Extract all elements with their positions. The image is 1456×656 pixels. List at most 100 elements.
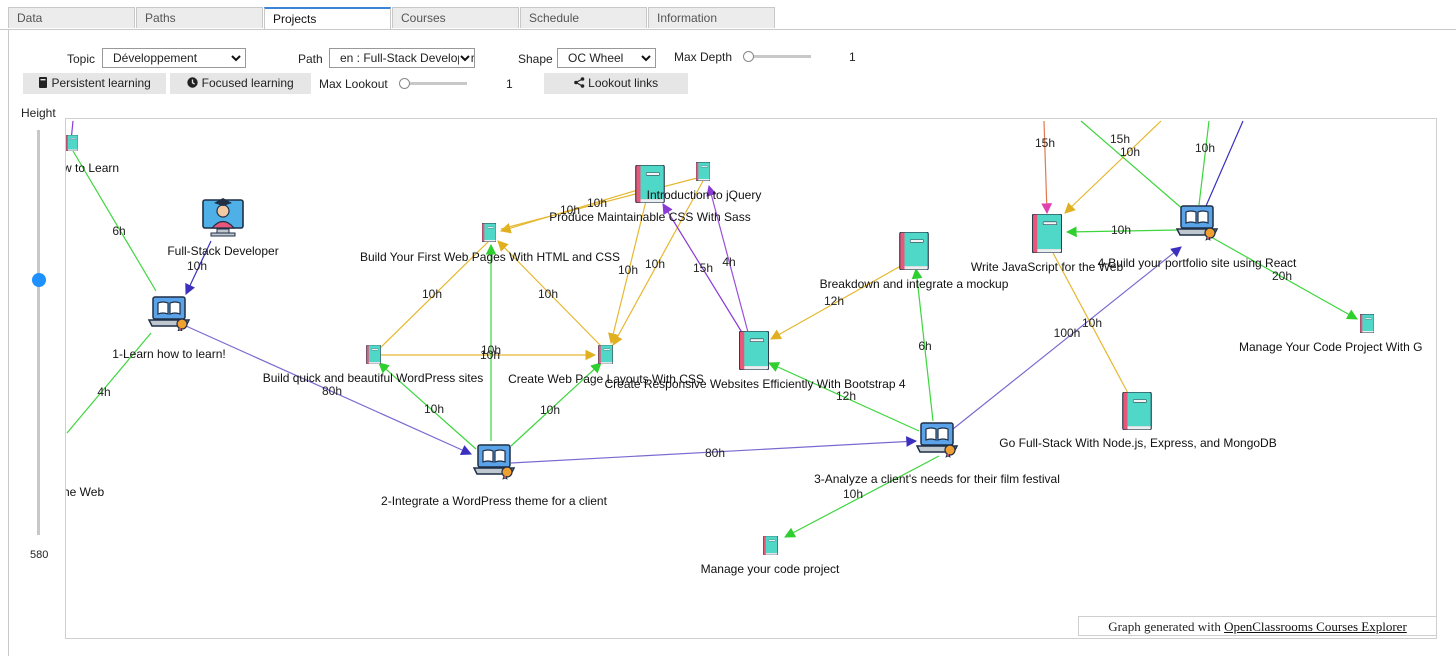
edge-label: 10h xyxy=(540,403,560,417)
node-label: Build quick and beautiful WordPress site… xyxy=(263,371,484,385)
persistent-learning-label: Persistent learning xyxy=(51,76,151,90)
topic-select[interactable]: Développement xyxy=(102,48,246,68)
path-select-value: en : Full-Stack Developer xyxy=(340,51,475,65)
edge-label: 10h xyxy=(618,263,638,277)
edge-label: 20h xyxy=(1272,269,1292,283)
height-track[interactable] xyxy=(37,130,40,535)
edge-label: 6h xyxy=(112,224,125,238)
topic-label: Topic xyxy=(67,52,96,66)
graph-edge xyxy=(1205,120,1244,207)
max-depth-label: Max Depth xyxy=(674,50,733,64)
course-graph: 6h 10h 80h 4h 10h 10h 10h 10h 10h 10h 10… xyxy=(65,118,1437,639)
tab-schedule[interactable]: Schedule xyxy=(520,7,647,28)
course-book-icon[interactable] xyxy=(482,223,496,242)
course-book-icon[interactable] xyxy=(739,331,769,370)
edge-label: 12h xyxy=(836,389,856,403)
course-book-icon[interactable] xyxy=(366,345,381,364)
node-label: Create Responsive Websites Efficiently W… xyxy=(604,377,905,391)
developer-avatar-icon[interactable] xyxy=(202,197,244,237)
max-depth-track[interactable] xyxy=(746,55,811,58)
height-slider[interactable] xyxy=(32,272,46,287)
edge-label: 80h xyxy=(705,446,725,460)
tab-courses[interactable]: Courses xyxy=(392,7,519,28)
edge-label: 10h xyxy=(587,196,607,210)
edge-label: 15h xyxy=(1110,132,1130,146)
path-label: Path xyxy=(298,52,323,66)
height-label: Height xyxy=(21,106,56,120)
shape-select[interactable]: OC Wheel xyxy=(557,48,656,68)
node-label: he Web xyxy=(66,485,104,499)
edge-label: 12h xyxy=(824,294,844,308)
tab-data[interactable]: Data xyxy=(8,7,135,28)
node-label: 4-Build your portfolio site using React xyxy=(1098,256,1297,270)
focused-learning-label: Focused learning xyxy=(201,76,294,90)
node-label: Manage your code project xyxy=(701,562,840,576)
node-label: Full-Stack Developer xyxy=(167,244,278,258)
edge-label: 10h xyxy=(1111,223,1131,237)
edge-label: 10h xyxy=(538,287,558,301)
focused-learning-button[interactable]: Focused learning xyxy=(170,73,311,94)
persistent-learning-button[interactable]: Persistent learning xyxy=(23,73,166,94)
course-book-icon[interactable] xyxy=(66,135,78,151)
shape-select-value: OC Wheel xyxy=(568,51,624,65)
edge-label: 100h xyxy=(1054,326,1081,340)
node-label: Breakdown and integrate a mockup xyxy=(820,277,1009,291)
graph-edge xyxy=(1080,120,1186,212)
tab-information[interactable]: Information xyxy=(648,7,775,28)
max-lookout-value: 1 xyxy=(506,77,513,91)
tab-projects[interactable]: Projects xyxy=(264,7,391,30)
course-book-icon[interactable] xyxy=(899,232,929,270)
max-lookout-label: Max Lookout xyxy=(319,77,388,91)
node-label: Build Your First Web Pages With HTML and… xyxy=(360,250,620,264)
edge-label: 10h xyxy=(422,287,442,301)
course-book-icon[interactable] xyxy=(1032,214,1062,253)
edge-label: 15h xyxy=(693,261,713,275)
course-book-icon[interactable] xyxy=(1122,392,1152,430)
book-icon xyxy=(39,77,48,88)
credit-link[interactable]: OpenClassrooms Courses Explorer xyxy=(1224,619,1407,634)
node-label: Manage Your Code Project With G xyxy=(1239,340,1422,354)
max-depth-slider[interactable] xyxy=(743,51,754,62)
edge-label: 80h xyxy=(322,384,342,398)
node-label: 2-Integrate a WordPress theme for a clie… xyxy=(381,494,608,508)
laptop-certificate-icon[interactable] xyxy=(1176,205,1218,241)
course-book-icon[interactable] xyxy=(1360,314,1374,333)
topic-select-value: Développement xyxy=(113,51,198,65)
laptop-certificate-icon[interactable] xyxy=(916,422,958,458)
node-label: Go Full-Stack With Node.js, Express, and… xyxy=(999,436,1276,450)
edge-label: 10h xyxy=(187,259,207,273)
chevron-down-icon xyxy=(640,49,652,67)
course-book-icon[interactable] xyxy=(763,536,778,555)
laptop-certificate-icon[interactable] xyxy=(473,444,515,480)
shape-label: Shape xyxy=(518,52,553,66)
edge-label: 10h xyxy=(424,402,444,416)
node-label: 1-Learn how to learn! xyxy=(112,347,225,361)
graph-credit: Graph generated with OpenClassrooms Cour… xyxy=(1078,616,1437,636)
edge-label: 10h xyxy=(1082,316,1102,330)
max-lookout-slider[interactable] xyxy=(399,78,410,89)
node-label: Introduction to jQuery xyxy=(647,188,762,202)
tab-paths[interactable]: Paths xyxy=(136,7,263,28)
laptop-certificate-icon[interactable] xyxy=(148,296,190,331)
node-label: Produce Maintainable CSS With Sass xyxy=(549,210,750,224)
graph-edge xyxy=(1041,120,1053,215)
edge-label: 10h xyxy=(480,348,500,362)
edge-label: 10h xyxy=(1120,145,1140,159)
edge-label: 6h xyxy=(918,339,931,353)
course-book-icon[interactable] xyxy=(696,162,710,181)
max-lookout-track[interactable] xyxy=(402,82,467,85)
lookout-links-label: Lookout links xyxy=(588,76,659,90)
graph-canvas: 6h 10h 80h 4h 10h 10h 10h 10h 10h 10h 10… xyxy=(66,120,1422,576)
edge-label: 10h xyxy=(645,257,665,271)
edge-label: 4h xyxy=(722,255,735,269)
path-select[interactable]: en : Full-Stack Developer xyxy=(329,48,475,68)
max-depth-value: 1 xyxy=(849,50,856,64)
lookout-links-button[interactable]: Lookout links xyxy=(544,73,688,94)
course-book-icon[interactable] xyxy=(598,345,613,364)
edge-label: 4h xyxy=(97,385,110,399)
clock-icon xyxy=(187,77,198,88)
node-label: w to Learn xyxy=(66,161,119,175)
node-label: 3-Analyze a client's needs for their fil… xyxy=(814,472,1060,486)
chevron-down-icon xyxy=(230,49,242,67)
chevron-down-icon xyxy=(459,49,471,67)
